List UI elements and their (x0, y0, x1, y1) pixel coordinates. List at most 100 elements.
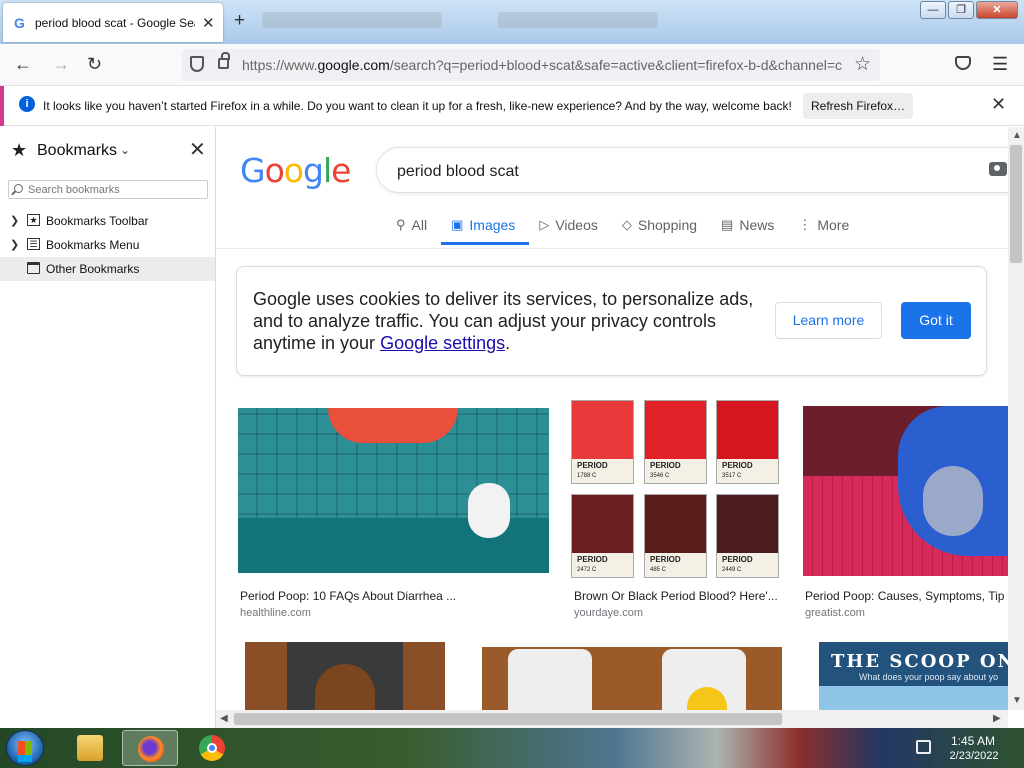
minimize-button[interactable]: — (920, 1, 946, 19)
sidebar-item-bookmarks-toolbar[interactable]: ❯ ★ Bookmarks Toolbar (0, 209, 215, 233)
refresh-firefox-button[interactable]: Refresh Firefox… (803, 93, 913, 119)
logo-letter: G (240, 151, 266, 190)
learn-more-button[interactable]: Learn more (775, 302, 882, 339)
tab-label: Images (469, 217, 516, 233)
tab-more[interactable]: ⋮ More (798, 217, 849, 245)
scrollbar-thumb[interactable] (1010, 145, 1022, 263)
swatch-label: PERIOD 1788 C (572, 459, 633, 483)
result-site[interactable]: healthline.com (240, 607, 311, 619)
scrollbar-thumb[interactable] (234, 713, 782, 725)
background-tab-blurred-2[interactable] (498, 12, 658, 28)
scroll-left-icon[interactable]: ◀ (220, 713, 228, 724)
tab-all[interactable]: ⚲ All (396, 217, 427, 245)
swatch-name: PERIOD (722, 555, 753, 564)
expand-arrow-icon[interactable]: ❯ (10, 238, 19, 251)
forward-arrow-icon[interactable]: → (52, 54, 70, 75)
chrome-center (207, 743, 217, 753)
scroll-right-icon[interactable]: ▶ (993, 713, 1001, 724)
swatch-label: PERIOD 3546 C (645, 459, 706, 483)
cookie-text-end: . (505, 333, 511, 353)
result-image-3[interactable] (803, 406, 1008, 576)
tab-shopping[interactable]: ◇ Shopping (622, 217, 697, 245)
taskbar-chrome[interactable] (184, 730, 240, 766)
result-site[interactable]: greatist.com (805, 607, 865, 619)
horizontal-scrollbar[interactable]: ◀ ▶ (216, 710, 1008, 728)
close-window-button[interactable]: ✕ (976, 1, 1018, 19)
expand-arrow-icon[interactable]: ❯ (10, 214, 19, 227)
tab-active[interactable]: G period blood scat - Google Sear ✕ (3, 3, 223, 42)
result-image-6[interactable]: THE SCOOP ON What does your poop say abo… (819, 642, 1008, 710)
info-icon: i (19, 96, 35, 112)
google-results-page: Google period blood scat ⚲ All ▣ Images ▷ V… (216, 127, 1008, 710)
search-placeholder: Search bookmarks (28, 184, 120, 196)
swatch-color (645, 495, 706, 553)
result-title[interactable]: Period Poop: 10 FAQs About Diarrhea ... (240, 589, 546, 603)
taskbar-firefox[interactable] (122, 730, 178, 766)
result-title[interactable]: Period Poop: Causes, Symptoms, Tip (805, 589, 1008, 603)
toolbar-star-icon: ★ (27, 214, 40, 226)
vertical-scrollbar[interactable]: ▲ ▼ (1008, 127, 1024, 710)
result-title[interactable]: Brown Or Black Period Blood? Here'... (574, 589, 780, 603)
chrome-icon (199, 735, 225, 761)
tracking-shield-icon[interactable] (190, 56, 204, 72)
pocket-icon[interactable] (955, 56, 971, 70)
back-arrow-icon[interactable]: ← (14, 54, 32, 75)
swatch-color (572, 495, 633, 553)
lock-icon[interactable] (218, 52, 230, 69)
google-favicon-icon: G (14, 15, 25, 31)
tab-close-icon[interactable]: ✕ (202, 14, 215, 32)
bookmark-search-input[interactable]: Search bookmarks (8, 180, 208, 199)
menu-list-icon: ☰ (27, 238, 40, 250)
search-tabs: ⚲ All ▣ Images ▷ Videos ◇ Shopping ▤ News ⋮ Mo… (396, 217, 873, 245)
network-icon[interactable] (916, 740, 931, 754)
start-button-icon[interactable] (6, 730, 44, 766)
reload-icon[interactable]: ↻ (87, 54, 102, 75)
clock-time[interactable]: 1:45 AM (950, 734, 996, 748)
tab-label: Shopping (637, 217, 698, 233)
result-image-5[interactable] (482, 647, 782, 710)
scoop-title: THE SCOOP ON (831, 651, 1008, 672)
url-text[interactable]: https://www.google.com/search?q=period+b… (242, 57, 844, 73)
new-tab-button[interactable]: + (234, 10, 245, 32)
google-settings-link[interactable]: Google settings (380, 333, 505, 353)
result-image-2[interactable]: PERIOD 1788 C PERIOD 3546 C PERIOD 3517 C P… (568, 397, 786, 582)
tab-news[interactable]: ▤ News (721, 217, 774, 245)
result-image-1[interactable] (238, 408, 549, 573)
tab-images[interactable]: ▣ Images (441, 217, 530, 245)
close-icon[interactable]: ✕ (991, 94, 1006, 115)
swatch-name: PERIOD (722, 461, 753, 470)
sidebar-close-icon[interactable]: ✕ (189, 137, 206, 162)
logo-letter: o (264, 151, 285, 190)
sidebar-item-bookmarks-menu[interactable]: ❯ ☰ Bookmarks Menu (0, 233, 215, 257)
result-site[interactable]: yourdaye.com (574, 607, 643, 619)
cookie-consent-card: Google uses cookies to deliver its servi… (236, 266, 987, 376)
bookmark-star-icon[interactable]: ☆ (854, 53, 871, 76)
tabs-divider (216, 248, 1008, 249)
scroll-down-icon[interactable]: ▼ (1012, 695, 1022, 706)
result-image-4[interactable] (245, 642, 445, 710)
scroll-up-icon[interactable]: ▲ (1012, 130, 1022, 141)
sidebar-title[interactable]: Bookmarks (37, 142, 117, 160)
tab-label: More (817, 217, 850, 233)
logo-letter: g (302, 151, 324, 190)
underwear-shape (328, 408, 458, 443)
google-search-input[interactable]: period blood scat (376, 147, 1008, 193)
google-logo[interactable]: Google (240, 151, 351, 190)
tab-videos[interactable]: ▷ Videos (539, 217, 598, 245)
swatch-name: PERIOD (577, 555, 608, 564)
maximize-button[interactable]: ❐ (948, 1, 974, 19)
url-bar[interactable]: https://www.google.com/search?q=period+b… (182, 49, 880, 81)
taskbar-explorer[interactable] (62, 730, 118, 766)
toilet-bowl-shape (923, 466, 983, 536)
chevron-down-icon[interactable]: ⌄ (120, 143, 130, 157)
camera-icon[interactable] (989, 162, 1007, 176)
got-it-button[interactable]: Got it (901, 302, 971, 339)
sidebar-item-other-bookmarks[interactable]: Other Bookmarks (0, 257, 215, 281)
hamburger-menu-icon[interactable]: ☰ (992, 54, 1008, 75)
notification-accent (0, 86, 4, 126)
logo-letter: l (322, 151, 332, 190)
tab-title: period blood scat - Google Sear (35, 16, 195, 30)
background-tab-blurred[interactable] (262, 12, 442, 28)
clock-date[interactable]: 2/23/2022 (942, 750, 1006, 762)
play-icon: ▷ (539, 217, 550, 232)
